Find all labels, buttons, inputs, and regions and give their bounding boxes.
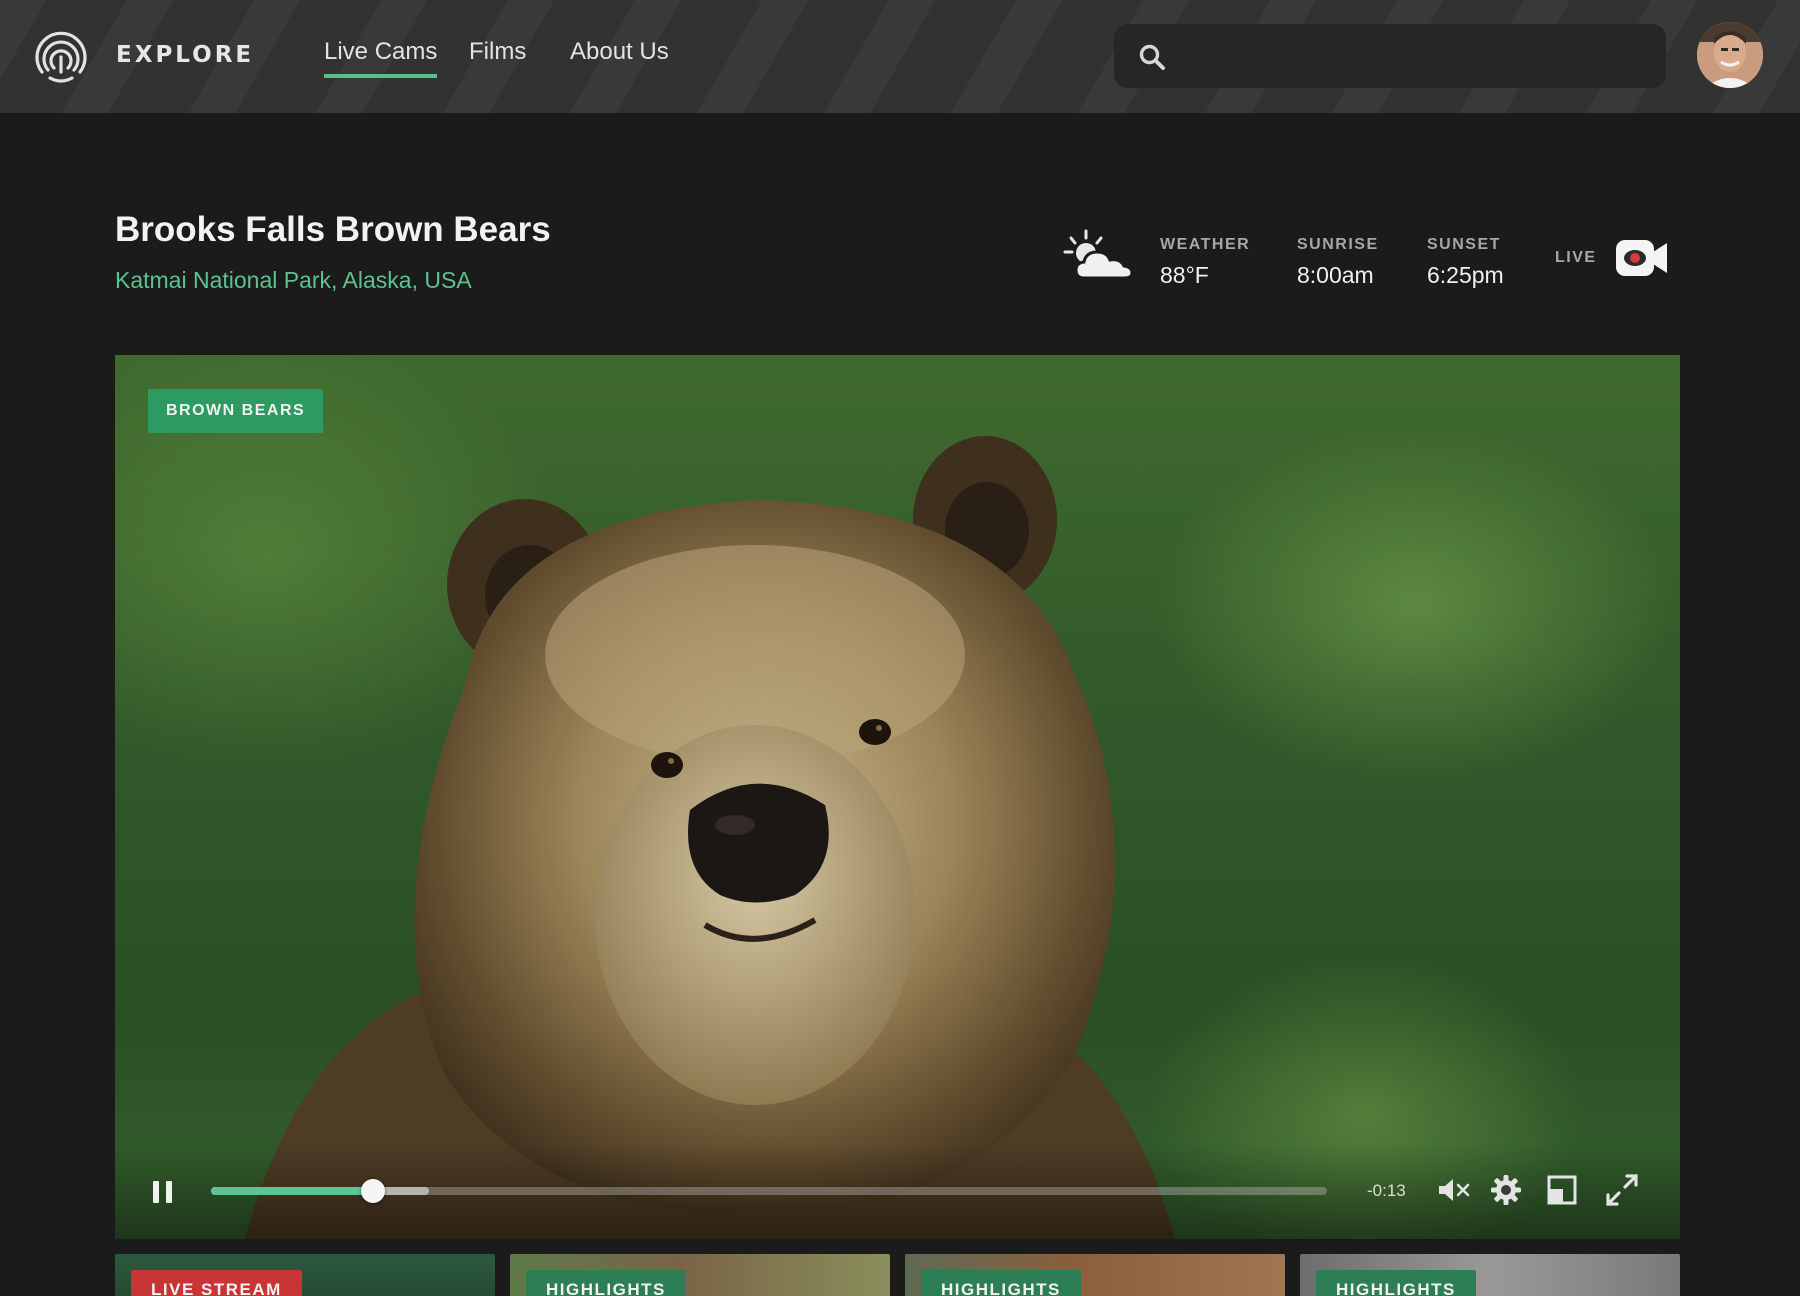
thumbnail-highlights-2[interactable]: HIGHLIGHTS [905, 1254, 1285, 1296]
settings-gear-icon[interactable] [1490, 1174, 1522, 1206]
video-player[interactable]: BROWN BEARS -0:13 [115, 355, 1680, 1239]
weather-value: 88°F [1160, 262, 1209, 288]
sunset-value: 6:25pm [1427, 262, 1504, 288]
nav-films[interactable]: Films [469, 38, 526, 74]
brown-bear-video-frame [245, 436, 1175, 1239]
thumbnail-tag: HIGHLIGHTS [921, 1270, 1081, 1296]
played-bar [211, 1187, 373, 1195]
mute-icon[interactable] [1437, 1175, 1471, 1205]
live-camera-icon[interactable] [1615, 236, 1669, 280]
search-input[interactable] [1184, 34, 1644, 78]
thumbnail-live-stream[interactable]: LIVE STREAM [115, 1254, 495, 1296]
sunset-stat: SUNSET 6:25pm [1427, 236, 1504, 289]
thumbnail-tag: LIVE STREAM [131, 1270, 302, 1296]
time-remaining: -0:13 [1367, 1181, 1406, 1200]
thumbnail-highlights-1[interactable]: HIGHLIGHTS [510, 1254, 890, 1296]
search-icon[interactable] [1138, 43, 1166, 71]
partly-cloudy-icon [1063, 229, 1134, 280]
fingerprint-logo-icon[interactable] [30, 26, 92, 88]
fullscreen-expand-icon[interactable] [1605, 1173, 1639, 1207]
seek-handle[interactable] [360, 1179, 385, 1203]
thumbnail-tag: HIGHLIGHTS [1316, 1270, 1476, 1296]
top-navigation-bar: EXPLORE Live Cams Films About Us [0, 0, 1800, 113]
cam-title: Brooks Falls Brown Bears [115, 210, 551, 249]
brand-name[interactable]: EXPLORE [116, 42, 254, 68]
weather-label: WEATHER [1160, 236, 1251, 253]
live-label: LIVE [1555, 249, 1597, 266]
picture-in-picture-icon[interactable] [1547, 1175, 1577, 1205]
category-badge[interactable]: BROWN BEARS [148, 389, 324, 433]
thumbnail-tag: HIGHLIGHTS [526, 1270, 686, 1296]
pause-icon[interactable] [151, 1177, 175, 1207]
sunrise-label: SUNRISE [1297, 236, 1379, 253]
sunset-label: SUNSET [1427, 236, 1501, 253]
weather-stat: WEATHER 88°F [1160, 236, 1250, 289]
sunrise-stat: SUNRISE 8:00am [1297, 236, 1379, 289]
thumbnail-highlights-3[interactable]: HIGHLIGHTS [1300, 1254, 1680, 1296]
progress-bar[interactable] [211, 1179, 1327, 1203]
sunrise-value: 8:00am [1297, 262, 1374, 288]
search-box[interactable] [1114, 24, 1666, 88]
user-avatar-image [1697, 22, 1763, 88]
nav-live-cams[interactable]: Live Cams [324, 38, 438, 78]
user-avatar[interactable] [1697, 22, 1763, 88]
nav-about-us[interactable]: About Us [570, 38, 669, 74]
cam-location[interactable]: Katmai National Park, Alaska, USA [115, 267, 472, 294]
